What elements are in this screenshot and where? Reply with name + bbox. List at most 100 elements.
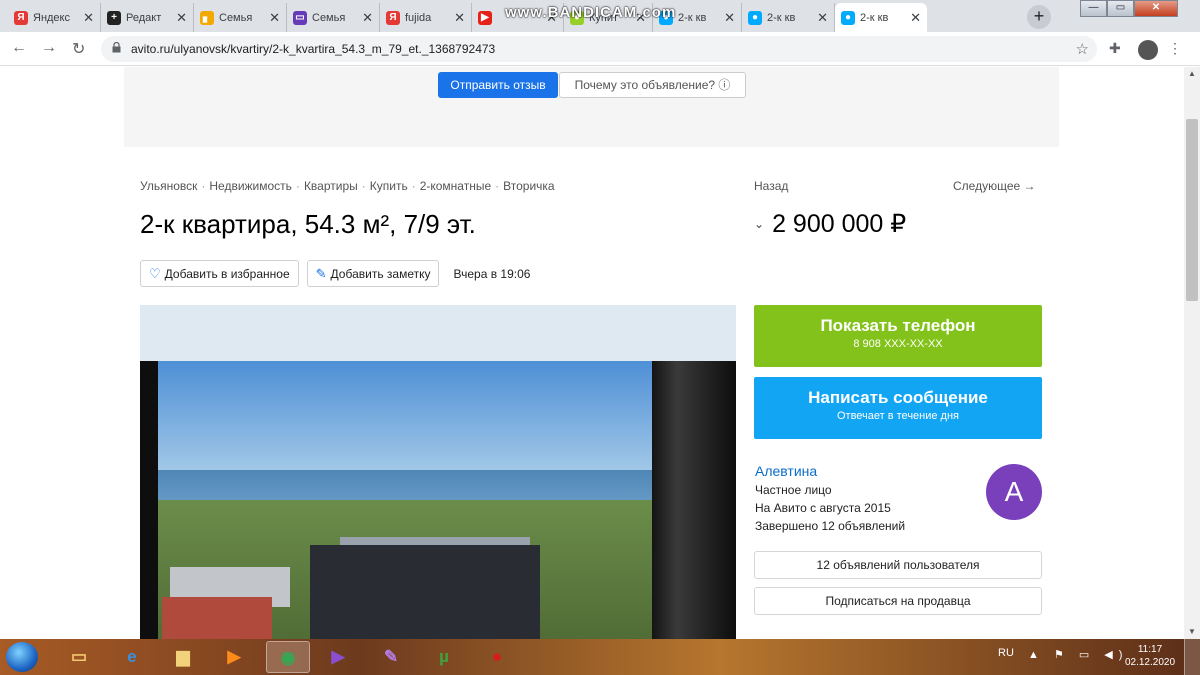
page-content: Отправить отзыв Почему это объявление? ⓘ… bbox=[0, 67, 1184, 639]
tab-label: 2-к кв bbox=[860, 11, 889, 24]
photo-sky bbox=[158, 361, 652, 481]
feather-icon[interactable]: ✎ bbox=[369, 641, 413, 673]
language-indicator[interactable]: RU bbox=[998, 647, 1014, 659]
breadcrumb-item[interactable]: Квартиры bbox=[304, 179, 358, 193]
subscribe-seller-button[interactable]: Подписаться на продавца bbox=[754, 587, 1042, 615]
windows-taskbar: ▭ e ▆ ▶ ◉ ▶ ✎ µ ● RU ▲ ⚑ ▭ ◀) 11:17 02.12.2020 bbox=[0, 639, 1200, 675]
maximize-button[interactable]: ▭ bbox=[1107, 0, 1134, 17]
tab-label: 2-к кв bbox=[678, 11, 707, 24]
minimize-button[interactable]: — bbox=[1080, 0, 1107, 17]
visual-studio-icon[interactable]: ▶ bbox=[316, 641, 360, 673]
clock-time: 11:17 bbox=[1137, 644, 1163, 655]
seller-type: Частное лицо bbox=[755, 483, 832, 497]
breadcrumb-item[interactable]: Купить bbox=[370, 179, 408, 193]
close-window-button[interactable]: ✕ bbox=[1134, 0, 1178, 17]
close-tab-icon[interactable]: ✕ bbox=[362, 10, 373, 26]
breadcrumb: Ульяновск · Недвижимость · Квартиры · Купить · 2… bbox=[140, 179, 555, 193]
breadcrumb-item[interactable]: Ульяновск bbox=[140, 179, 197, 193]
scroll-up-icon[interactable]: ▲ bbox=[1184, 67, 1200, 81]
tray-icons[interactable]: ▲ ⚑ ▭ ◀) bbox=[1028, 648, 1128, 661]
avito-icon: ● bbox=[748, 10, 762, 25]
browser-tab[interactable]: Я Яндекс ✕ bbox=[8, 3, 101, 32]
folder-icon[interactable]: ▆ bbox=[161, 641, 205, 673]
close-tab-icon[interactable]: ✕ bbox=[269, 10, 280, 26]
breadcrumb-item[interactable]: 2-комнатные bbox=[420, 179, 491, 193]
browser-tab[interactable]: + Редакт ✕ bbox=[101, 3, 194, 32]
clock-date: 02.12.2020 bbox=[1124, 657, 1176, 668]
seller-name[interactable]: Алевтина bbox=[755, 463, 817, 479]
seller-since: На Авито с августа 2015 bbox=[755, 501, 891, 515]
breadcrumb-separator: · bbox=[295, 179, 300, 193]
breadcrumb-separator: · bbox=[495, 179, 500, 193]
close-tab-icon[interactable]: ✕ bbox=[817, 10, 828, 26]
explorer-icon[interactable]: ▭ bbox=[57, 641, 101, 673]
utorrent-icon[interactable]: µ bbox=[422, 641, 466, 673]
clock[interactable]: 11:17 02.12.2020 bbox=[1122, 643, 1178, 669]
new-tab-button[interactable]: + bbox=[1027, 5, 1051, 29]
tab-label: Редакт bbox=[126, 11, 162, 24]
window-controls: — ▭ ✕ bbox=[1080, 0, 1178, 17]
avito-icon: ● bbox=[841, 10, 855, 25]
browser-tab[interactable]: ▖ Семья ✕ bbox=[194, 3, 287, 32]
lock-icon bbox=[112, 42, 121, 53]
browser-tab[interactable]: Яfujida ✕ bbox=[380, 3, 472, 32]
heart-icon: ♡ bbox=[149, 265, 161, 281]
tab-label: 2-к кв bbox=[767, 11, 796, 24]
next-link[interactable]: Следующее → bbox=[953, 179, 1036, 193]
close-tab-icon[interactable]: ✕ bbox=[176, 10, 187, 26]
write-message-button[interactable]: Написать сообщение Отвечает в течение дн… bbox=[754, 377, 1042, 439]
start-button[interactable] bbox=[6, 642, 38, 672]
page-scrollbar[interactable]: ▲ ▼ bbox=[1184, 67, 1200, 639]
show-phone-button[interactable]: Показать телефон 8 908 XXX-XX-XX bbox=[754, 305, 1042, 367]
breadcrumb-separator: · bbox=[201, 179, 206, 193]
ie-icon[interactable]: e bbox=[110, 641, 154, 673]
url-box[interactable]: avito.ru/ulyanovsk/kvartiry/2-k_kvartira… bbox=[101, 36, 1097, 62]
close-tab-icon[interactable]: ✕ bbox=[910, 10, 921, 26]
price-block: ⌄ 2 900 000 ₽ bbox=[754, 209, 906, 239]
recording-watermark: www.BANDICAM.com bbox=[505, 4, 677, 21]
breadcrumb-item[interactable]: Вторичка bbox=[503, 179, 554, 193]
show-phone-label: Показать телефон bbox=[820, 316, 976, 335]
forward-icon[interactable]: → bbox=[41, 39, 57, 57]
breadcrumb-separator: · bbox=[361, 179, 366, 193]
chevron-down-icon[interactable]: ⌄ bbox=[754, 217, 764, 231]
editor-icon: + bbox=[107, 10, 121, 25]
scroll-thumb[interactable] bbox=[1186, 119, 1198, 301]
add-note-button[interactable]: ✎ Добавить заметку bbox=[306, 260, 440, 287]
browser-tab[interactable]: ● 2-к кв ✕ bbox=[742, 3, 835, 32]
seller-avatar[interactable]: A bbox=[986, 464, 1042, 520]
menu-icon[interactable]: ⋮ bbox=[1168, 40, 1182, 57]
listing-title: 2-к квартира, 54.3 м², 7/9 эт. bbox=[140, 209, 476, 239]
bookmark-star-icon[interactable]: ☆ bbox=[1076, 40, 1089, 58]
tab-label: Яндекс bbox=[33, 11, 70, 24]
seller-completed: Завершено 12 объявлений bbox=[755, 519, 906, 533]
back-link[interactable]: Назад bbox=[754, 179, 788, 193]
youtube-icon: ▶ bbox=[478, 10, 492, 25]
media-player-icon[interactable]: ▶ bbox=[212, 641, 256, 673]
breadcrumb-item[interactable]: Недвижимость bbox=[209, 179, 292, 193]
close-tab-icon[interactable]: ✕ bbox=[724, 10, 735, 26]
show-desktop-button[interactable] bbox=[1184, 639, 1200, 675]
bandicam-icon[interactable]: ● bbox=[475, 641, 519, 673]
yandex-icon: Я bbox=[14, 10, 28, 25]
photo-roof bbox=[310, 545, 540, 639]
seller-listings-button[interactable]: 12 объявлений пользователя bbox=[754, 551, 1042, 579]
photo-window-frame-right bbox=[652, 361, 736, 639]
close-tab-icon[interactable]: ✕ bbox=[83, 10, 94, 26]
browser-tab[interactable]: ● 2-к кв ✕ bbox=[835, 3, 927, 32]
add-favorite-label: Добавить в избранное bbox=[164, 266, 290, 281]
send-feedback-button[interactable]: Отправить отзыв bbox=[438, 72, 558, 98]
chrome-icon[interactable]: ◉ bbox=[266, 641, 310, 673]
extensions-icon[interactable]: ✚ bbox=[1109, 40, 1121, 57]
write-message-label: Написать сообщение bbox=[808, 388, 988, 407]
scroll-down-icon[interactable]: ▼ bbox=[1184, 625, 1200, 639]
back-icon[interactable]: ← bbox=[11, 39, 27, 57]
listing-photo[interactable] bbox=[140, 305, 736, 639]
close-tab-icon[interactable]: ✕ bbox=[454, 10, 465, 26]
why-this-ad-button[interactable]: Почему это объявление? ⓘ bbox=[559, 72, 746, 98]
reload-icon[interactable]: ↻ bbox=[72, 39, 85, 59]
add-favorite-button[interactable]: ♡ Добавить в избранное bbox=[140, 260, 299, 287]
profile-avatar[interactable] bbox=[1138, 40, 1158, 60]
photo-window-frame-left bbox=[140, 361, 158, 639]
browser-tab[interactable]: ▭ Семья ✕ bbox=[287, 3, 380, 32]
